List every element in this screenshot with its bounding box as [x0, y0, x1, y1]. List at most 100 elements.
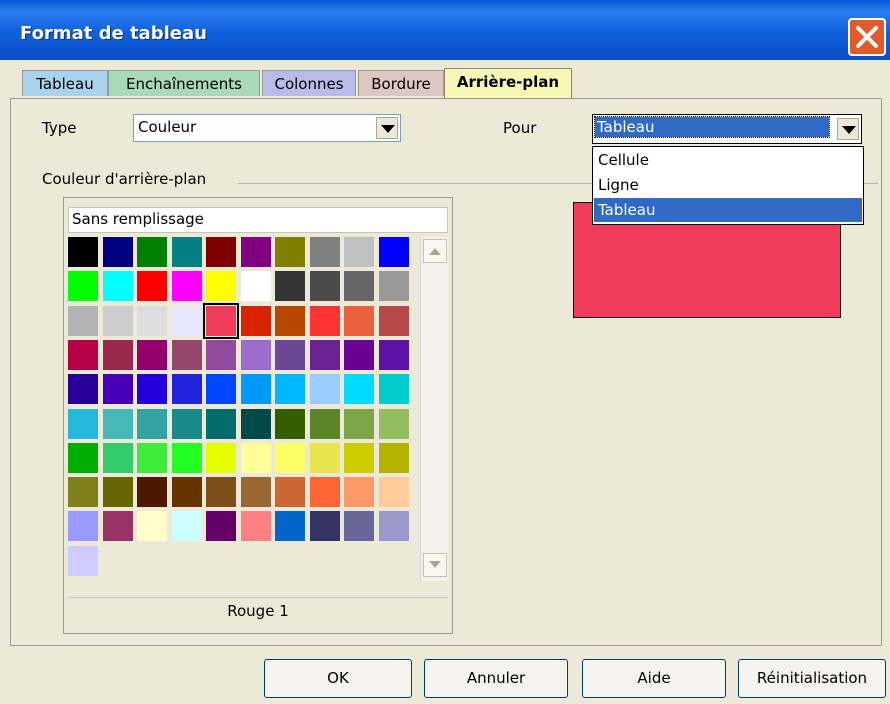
color-swatch[interactable] [240, 271, 271, 302]
color-swatch[interactable] [102, 305, 133, 336]
pour-option-cellule[interactable]: Cellule [594, 148, 862, 172]
color-swatch[interactable] [378, 339, 409, 370]
color-swatch[interactable] [378, 511, 409, 542]
color-swatch[interactable] [378, 374, 409, 405]
color-swatch[interactable] [68, 237, 98, 267]
color-swatch[interactable] [275, 477, 305, 508]
color-swatch[interactable] [309, 408, 340, 439]
cancel-button[interactable]: Annuler [424, 659, 568, 698]
color-swatch[interactable] [137, 271, 167, 302]
color-swatch[interactable] [206, 237, 236, 267]
color-swatch[interactable] [171, 374, 202, 405]
pour-option-ligne[interactable]: Ligne [594, 173, 862, 197]
color-swatch[interactable] [171, 237, 202, 267]
type-select[interactable]: Couleur [133, 114, 401, 142]
color-swatch[interactable] [344, 237, 374, 267]
color-swatch[interactable] [68, 442, 98, 473]
color-swatch[interactable] [203, 302, 239, 339]
type-dropdown-button[interactable] [376, 117, 398, 139]
color-swatch[interactable] [171, 305, 202, 336]
color-swatch[interactable] [206, 339, 236, 370]
color-swatch[interactable] [344, 305, 374, 336]
color-swatch[interactable] [206, 477, 236, 508]
color-swatch[interactable] [309, 511, 340, 542]
color-swatch[interactable] [275, 271, 305, 302]
color-swatch[interactable] [68, 545, 98, 576]
color-swatch[interactable] [171, 408, 202, 439]
color-swatch[interactable] [68, 511, 98, 542]
tab-arriere-plan[interactable]: Arrière-plan [444, 68, 572, 99]
color-swatch[interactable] [275, 305, 305, 336]
ok-button[interactable]: OK [264, 659, 412, 698]
scroll-down-button[interactable] [423, 553, 447, 577]
color-swatch[interactable] [378, 305, 409, 336]
pour-select[interactable]: Tableau [592, 114, 862, 144]
color-swatch[interactable] [309, 237, 340, 267]
color-swatch[interactable] [240, 374, 271, 405]
color-swatch[interactable] [309, 339, 340, 370]
color-swatch[interactable] [344, 408, 374, 439]
color-swatch[interactable] [102, 271, 133, 302]
color-swatch[interactable] [206, 408, 236, 439]
tab-colonnes[interactable]: Colonnes [262, 70, 356, 96]
color-swatch[interactable] [68, 305, 98, 336]
color-swatch[interactable] [309, 374, 340, 405]
tab-tableau[interactable]: Tableau [22, 70, 108, 96]
color-swatch[interactable] [102, 442, 133, 473]
scroll-up-button[interactable] [423, 239, 447, 263]
color-swatch[interactable] [206, 271, 236, 302]
color-swatch[interactable] [137, 442, 167, 473]
color-swatch[interactable] [309, 271, 340, 302]
color-swatch[interactable] [137, 374, 167, 405]
color-swatch[interactable] [68, 339, 98, 370]
color-swatch[interactable] [275, 339, 305, 370]
color-swatch[interactable] [68, 374, 98, 405]
color-swatch[interactable] [206, 374, 236, 405]
title-bar[interactable]: Format de tableau [0, 0, 890, 60]
color-swatch[interactable] [344, 271, 374, 302]
pour-dropdown-button[interactable] [837, 118, 859, 140]
color-swatch[interactable] [137, 511, 167, 542]
color-swatch[interactable] [344, 442, 374, 473]
color-swatch[interactable] [275, 237, 305, 267]
color-swatch[interactable] [240, 305, 271, 336]
color-swatch[interactable] [275, 511, 305, 542]
color-swatch[interactable] [240, 237, 271, 267]
color-swatch[interactable] [240, 408, 271, 439]
color-swatch[interactable] [68, 408, 98, 439]
color-swatch[interactable] [102, 477, 133, 508]
color-swatch[interactable] [240, 511, 271, 542]
color-swatch[interactable] [240, 477, 271, 508]
color-swatch[interactable] [309, 305, 340, 336]
color-swatch[interactable] [137, 408, 167, 439]
color-swatch[interactable] [309, 477, 340, 508]
color-swatch[interactable] [102, 374, 133, 405]
color-swatch[interactable] [68, 271, 98, 302]
color-swatch[interactable] [344, 477, 374, 508]
pour-option-tableau[interactable]: Tableau [594, 198, 862, 222]
color-swatch[interactable] [378, 271, 409, 302]
color-swatch[interactable] [137, 237, 167, 267]
color-swatch[interactable] [171, 477, 202, 508]
no-fill-option[interactable]: Sans remplissage [68, 207, 448, 233]
color-swatch[interactable] [171, 339, 202, 370]
tab-bordure[interactable]: Bordure [358, 70, 444, 96]
color-swatch[interactable] [137, 477, 167, 508]
color-swatch[interactable] [309, 442, 340, 473]
color-swatch[interactable] [344, 339, 374, 370]
color-swatch[interactable] [102, 408, 133, 439]
color-swatch[interactable] [378, 237, 409, 267]
close-button[interactable] [848, 18, 886, 56]
color-swatch[interactable] [171, 271, 202, 302]
color-swatch[interactable] [344, 374, 374, 405]
color-swatch[interactable] [378, 477, 409, 508]
tab-enchainements[interactable]: Enchaînements [108, 70, 260, 96]
color-swatch[interactable] [240, 339, 271, 370]
help-button[interactable]: Aide [582, 659, 726, 698]
color-swatch[interactable] [240, 442, 271, 473]
color-swatch[interactable] [275, 442, 305, 473]
color-swatch[interactable] [137, 339, 167, 370]
color-swatch[interactable] [206, 511, 236, 542]
color-swatch[interactable] [275, 374, 305, 405]
color-swatch[interactable] [102, 237, 133, 267]
